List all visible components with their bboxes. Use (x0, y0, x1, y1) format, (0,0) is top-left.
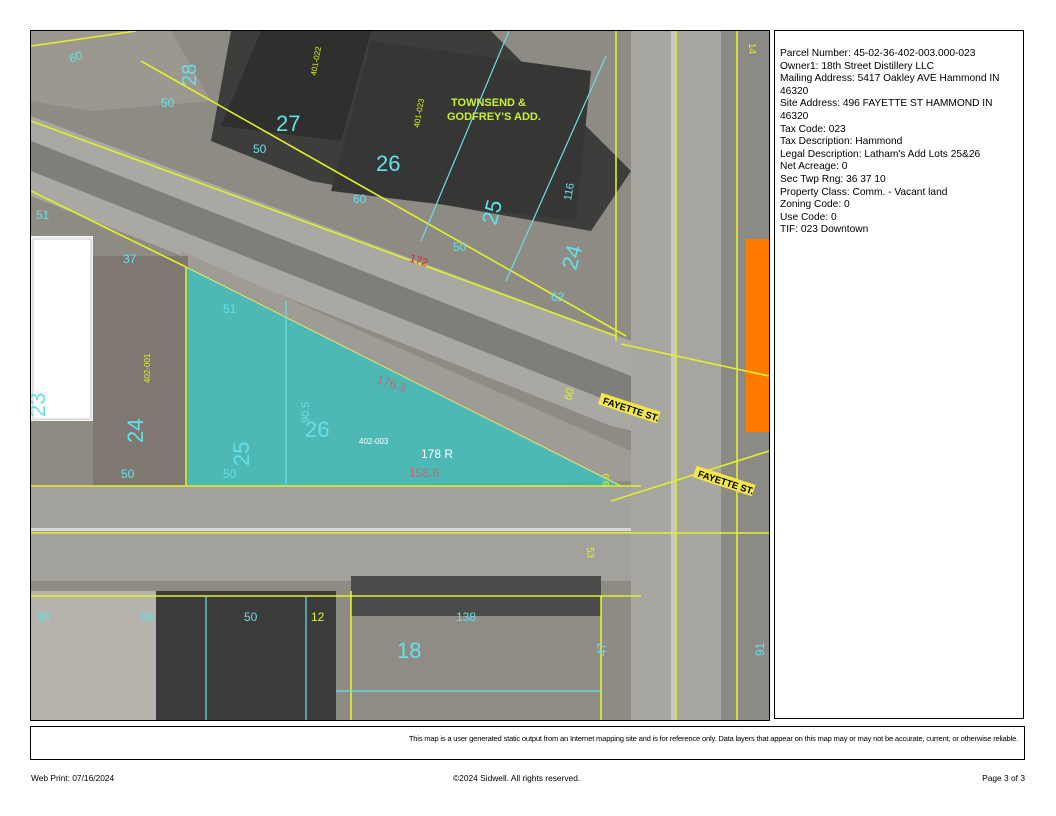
dim-50-bottom-2: 50 (141, 610, 155, 624)
parcel-info-panel: Parcel Number: 45-02-36-402-003.000-023 … (774, 30, 1024, 719)
dim-50-bottom-1: 50 (37, 610, 51, 624)
dim-47: 47 (595, 642, 609, 656)
dim-51-left: 51 (36, 208, 50, 222)
parcel-number: Parcel Number: 45-02-36-402-003.000-023 (780, 48, 976, 59)
page-number: Page 3 of 3 (982, 773, 1025, 783)
subdivision-label-line1: TOWNSEND & (451, 97, 526, 109)
tax-description: Tax Description: Hammond (780, 136, 903, 148)
dim-91: 91 (753, 642, 767, 656)
parcel-map[interactable]: 28 27 26 25 24 25 26 24 23 18 TOWNSEND &… (30, 30, 770, 721)
dim-62: 62 (551, 290, 565, 304)
dim-50-selected: 50 (223, 467, 237, 481)
disclaimer-text: This map is a user generated static outp… (408, 734, 1018, 743)
dim-50-d: 50 (453, 240, 467, 254)
lot-23-label: 23 (31, 393, 50, 417)
lot-24-left-label: 24 (123, 419, 148, 443)
dim-37: 37 (123, 252, 137, 266)
dim-51-selected: 51 (223, 302, 237, 316)
dim-60-c: 60 (353, 192, 367, 206)
tif: TIF: 023 Downtown (780, 224, 869, 236)
lot-27-label: 27 (276, 111, 300, 136)
copyright: ©2024 Sidwell. All rights reserved. (453, 773, 581, 783)
dim-90-5: 90.5 (300, 402, 312, 423)
lot-18-label: 18 (397, 638, 421, 663)
dim-50-bottom-3: 50 (244, 610, 258, 624)
dim-50-b: 50 (253, 142, 267, 156)
net-acreage: Net Acreage: 0 (780, 161, 848, 173)
legal-description: Legal Description: Latham's Add Lots 25&… (780, 148, 981, 160)
use-code: Use Code: 0 (780, 211, 837, 223)
parcel-id-402-003: 402-003 (359, 437, 389, 446)
lot-26-top-label: 26 (376, 151, 400, 176)
map-canvas: 28 27 26 25 24 25 26 24 23 18 TOWNSEND &… (31, 31, 769, 720)
lot-25-selected-label: 25 (229, 442, 254, 466)
site-address: Site Address: 496 FAYETTE ST HAMMOND IN … (780, 98, 993, 122)
dim-138: 138 (456, 610, 476, 624)
mailing-address: Mailing Address: 5417 Oakley AVE Hammond… (780, 73, 1000, 97)
dim-50-left: 50 (121, 467, 135, 481)
owner: Owner1: 18th Street Distillery LLC (780, 60, 935, 72)
disclaimer-box: This map is a user generated static outp… (30, 726, 1025, 760)
dim-12: 12 (311, 610, 325, 624)
tax-code: Tax Code: 023 (780, 123, 846, 135)
dim-158-6: 158.6 (409, 466, 439, 480)
subdivision-label-line2: GODFREY'S ADD. (447, 111, 541, 123)
dim-53: 53 (584, 547, 595, 559)
dim-9-9: 9.9 (601, 473, 611, 486)
parcel-id-402-001: 402-001 (143, 353, 152, 383)
dim-14: 14 (746, 43, 757, 55)
zoning-code: Zoning Code: 0 (780, 199, 850, 211)
lot-28-label: 28 (179, 64, 201, 86)
dim-50-a: 50 (161, 96, 175, 110)
dim-178-r: 178 R (421, 447, 453, 461)
sec-twp-rng: Sec Twp Rng: 36 37 10 (780, 173, 886, 185)
web-print-date: Web Print: 07/16/2024 (31, 773, 115, 783)
property-class: Property Class: Comm. - Vacant land (780, 186, 948, 198)
